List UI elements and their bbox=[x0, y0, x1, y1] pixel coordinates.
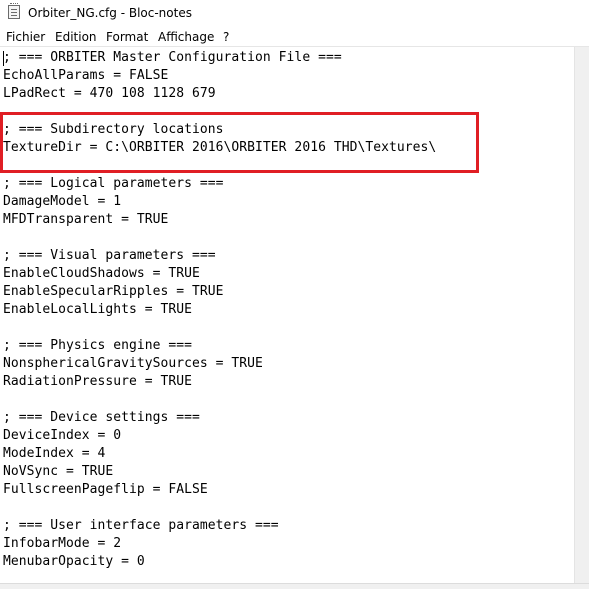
editor-line: EnableCloudShadows = TRUE bbox=[3, 266, 200, 281]
highlight-box bbox=[0, 112, 479, 173]
editor-line: ; === User interface parameters === bbox=[3, 518, 279, 533]
editor-line: EnableSpecularRipples = TRUE bbox=[3, 284, 224, 299]
editor-line: MFDTransparent = TRUE bbox=[3, 212, 169, 227]
text-caret bbox=[3, 51, 4, 66]
menu-help[interactable]: ? bbox=[223, 30, 229, 44]
editor-line: NoVSync = TRUE bbox=[3, 464, 114, 479]
menu-format[interactable]: Format bbox=[106, 30, 148, 44]
horizontal-scrollbar[interactable] bbox=[0, 583, 589, 589]
editor-line: ; === Physics engine === bbox=[3, 338, 193, 353]
editor-line: DeviceIndex = 0 bbox=[3, 428, 122, 443]
editor-line: NonsphericalGravitySources = TRUE bbox=[3, 356, 263, 371]
editor-line: LPadRect = 470 108 1128 679 bbox=[3, 86, 216, 101]
editor-line: EchoAllParams = FALSE bbox=[3, 68, 169, 83]
editor-line: ModeIndex = 4 bbox=[3, 446, 106, 461]
editor-line: InfobarMode = 2 bbox=[3, 536, 122, 551]
editor-line: ; === Visual parameters === bbox=[3, 248, 216, 263]
window-title: Orbiter_NG.cfg - Bloc-notes bbox=[28, 6, 192, 20]
menu-fichier[interactable]: Fichier bbox=[6, 30, 45, 44]
notepad-icon bbox=[8, 3, 20, 19]
vertical-scrollbar[interactable] bbox=[574, 47, 589, 583]
editor-line: ; === Device settings === bbox=[3, 410, 200, 425]
menu-affichage[interactable]: Affichage bbox=[158, 30, 214, 44]
editor-line: EnableLocalLights = TRUE bbox=[3, 302, 193, 317]
editor-line: MenubarOpacity = 0 bbox=[3, 554, 145, 569]
editor-line: ; === Logical parameters === bbox=[3, 176, 224, 191]
editor-line: DamageModel = 1 bbox=[3, 194, 122, 209]
editor-line: RadiationPressure = TRUE bbox=[3, 374, 193, 389]
menu-edition[interactable]: Edition bbox=[55, 30, 97, 44]
title-bar: Orbiter_NG.cfg - Bloc-notes bbox=[0, 0, 589, 26]
editor-line: FullscreenPageflip = FALSE bbox=[3, 482, 208, 497]
editor-line: ; === ORBITER Master Configuration File … bbox=[3, 50, 342, 65]
menu-bar: Fichier Edition Format Affichage ? bbox=[0, 26, 589, 46]
